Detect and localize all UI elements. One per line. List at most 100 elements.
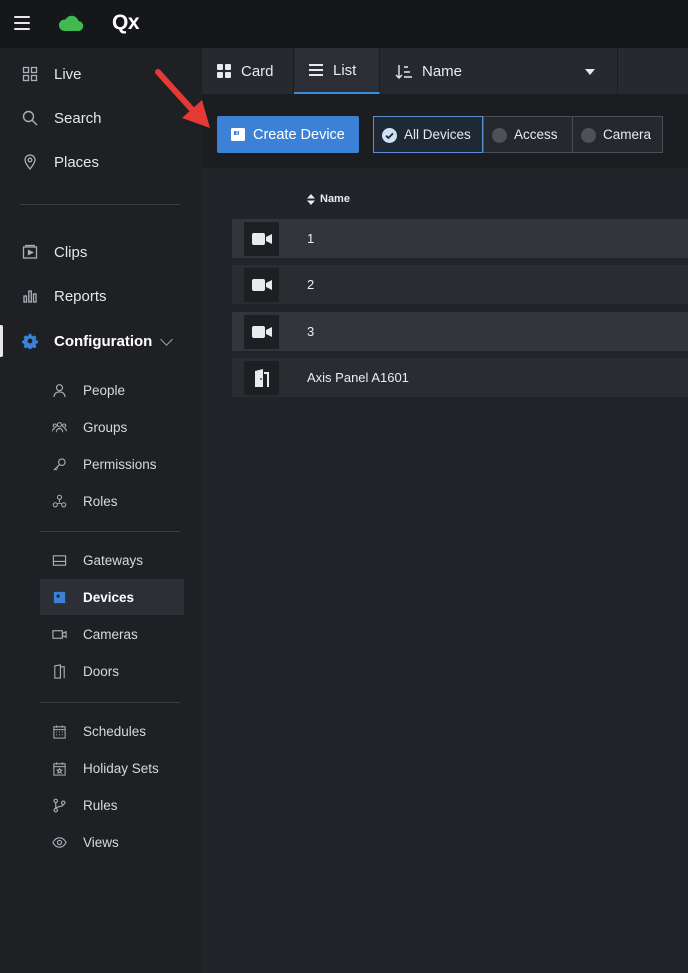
sidebar-item-label: Clips — [54, 243, 88, 261]
calendar-icon — [53, 724, 66, 739]
clips-icon — [22, 244, 38, 259]
chevron-down-icon[interactable] — [160, 333, 173, 346]
sort-ascending-icon — [395, 64, 412, 79]
sidebar-item-label: People — [83, 382, 126, 398]
device-name: 2 — [307, 277, 315, 292]
table-row[interactable]: 3 — [232, 312, 688, 351]
table-row[interactable]: 1 — [232, 219, 688, 258]
key-icon — [53, 457, 66, 471]
eye-icon — [52, 836, 67, 848]
device-name: 3 — [307, 324, 315, 339]
sidebar-item-rules[interactable]: Rules — [40, 787, 184, 823]
sidebar-item-configuration[interactable]: Configuration — [0, 321, 202, 361]
device-icon — [53, 591, 66, 603]
tab-card-view[interactable]: Card — [202, 48, 294, 94]
roles-icon — [52, 494, 67, 507]
sidebar-item-label: Groups — [83, 419, 128, 435]
sidebar-item-label: Schedules — [83, 723, 147, 739]
sidebar-item-label: Configuration — [54, 332, 153, 350]
tab-label: List — [333, 61, 357, 79]
camera-icon — [244, 315, 279, 349]
gateway-icon — [52, 554, 67, 566]
camera-icon — [244, 222, 279, 256]
filter-access[interactable]: Access — [483, 116, 573, 153]
device-icon — [231, 128, 245, 141]
table-row[interactable]: Axis Panel A1601 — [232, 358, 688, 397]
search-icon — [22, 110, 38, 126]
holiday-calendar-icon — [53, 761, 66, 776]
sidebar: Live Search Places Clips Reports Configu… — [0, 48, 202, 973]
sidebar-item-label: Rules — [83, 797, 118, 813]
main-content: Card List Name Create Device All Devices… — [202, 48, 688, 973]
sidebar-item-label: Permissions — [83, 456, 157, 472]
filter-label: Access — [514, 127, 558, 142]
list-icon — [309, 64, 323, 76]
sidebar-item-label: Roles — [83, 493, 118, 509]
red-arrow-icon — [155, 69, 210, 128]
sidebar-divider — [40, 702, 180, 703]
caret-down-icon — [585, 69, 595, 75]
sidebar-item-holiday-sets[interactable]: Holiday Sets — [40, 750, 184, 786]
top-bar: Qx — [0, 0, 688, 48]
action-bar: Create Device All Devices Access Camera — [202, 94, 688, 168]
filter-label: Camera — [603, 127, 652, 142]
sidebar-item-cameras[interactable]: Cameras — [40, 616, 184, 652]
sidebar-item-label: Reports — [54, 287, 107, 305]
sidebar-item-gateways[interactable]: Gateways — [40, 542, 184, 578]
sort-dropdown[interactable]: Name — [380, 48, 618, 94]
sidebar-item-label: Places — [54, 153, 100, 171]
view-toolbar: Card List Name — [202, 48, 688, 94]
radio-icon — [581, 128, 596, 143]
filter-all-devices[interactable]: All Devices — [373, 116, 483, 153]
sidebar-item-reports[interactable]: Reports — [0, 276, 202, 316]
filter-label: All Devices — [404, 127, 471, 142]
camera-icon — [52, 629, 67, 639]
door-icon — [54, 663, 65, 679]
group-icon — [52, 421, 67, 432]
tab-label: Card — [241, 62, 274, 80]
brand-logo: Qx — [112, 11, 140, 34]
cloud-logo-icon — [58, 15, 84, 32]
live-grid-icon — [22, 66, 38, 82]
hamburger-menu-icon[interactable] — [14, 16, 30, 30]
grid-icon — [217, 64, 231, 78]
sort-label: Name — [422, 62, 463, 80]
sidebar-item-groups[interactable]: Groups — [40, 409, 184, 445]
device-name: 1 — [307, 231, 315, 246]
door-icon — [244, 361, 279, 395]
create-device-button[interactable]: Create Device — [217, 116, 359, 153]
sidebar-item-clips[interactable]: Clips — [0, 232, 202, 272]
column-header-label: Name — [320, 193, 350, 205]
sidebar-item-label: Holiday Sets — [83, 760, 159, 776]
sidebar-item-devices[interactable]: Devices — [40, 579, 184, 615]
sidebar-item-label: Gateways — [83, 552, 144, 568]
radio-icon — [492, 128, 507, 143]
sidebar-item-doors[interactable]: Doors — [40, 653, 184, 689]
sidebar-item-people[interactable]: People — [40, 372, 184, 408]
button-label: Create Device — [253, 126, 345, 143]
gear-icon — [22, 333, 38, 349]
sidebar-divider — [20, 204, 180, 205]
sort-icon — [307, 193, 315, 205]
sidebar-item-label: Search — [54, 109, 102, 127]
device-table: Name 1 2 3 Axis Panel A1601 — [202, 168, 688, 973]
sidebar-item-label: Doors — [83, 663, 120, 679]
device-name: Axis Panel A1601 — [307, 370, 409, 385]
table-row[interactable]: 2 — [232, 265, 688, 304]
sidebar-item-label: Cameras — [83, 626, 138, 642]
location-pin-icon — [24, 154, 36, 170]
check-circle-icon — [382, 128, 397, 143]
sidebar-divider — [40, 531, 180, 532]
tab-list-view[interactable]: List — [294, 48, 380, 94]
sidebar-item-views[interactable]: Views — [40, 824, 184, 860]
sidebar-item-roles[interactable]: Roles — [40, 483, 184, 519]
sidebar-item-permissions[interactable]: Permissions — [40, 446, 184, 482]
camera-icon — [244, 268, 279, 302]
filter-camera[interactable]: Camera — [572, 116, 663, 153]
sidebar-item-label: Live — [54, 65, 82, 83]
person-icon — [53, 383, 66, 397]
sidebar-item-schedules[interactable]: Schedules — [40, 713, 184, 749]
sidebar-item-places[interactable]: Places — [0, 142, 202, 182]
column-header-name[interactable]: Name — [307, 193, 350, 205]
branch-icon — [53, 798, 66, 812]
